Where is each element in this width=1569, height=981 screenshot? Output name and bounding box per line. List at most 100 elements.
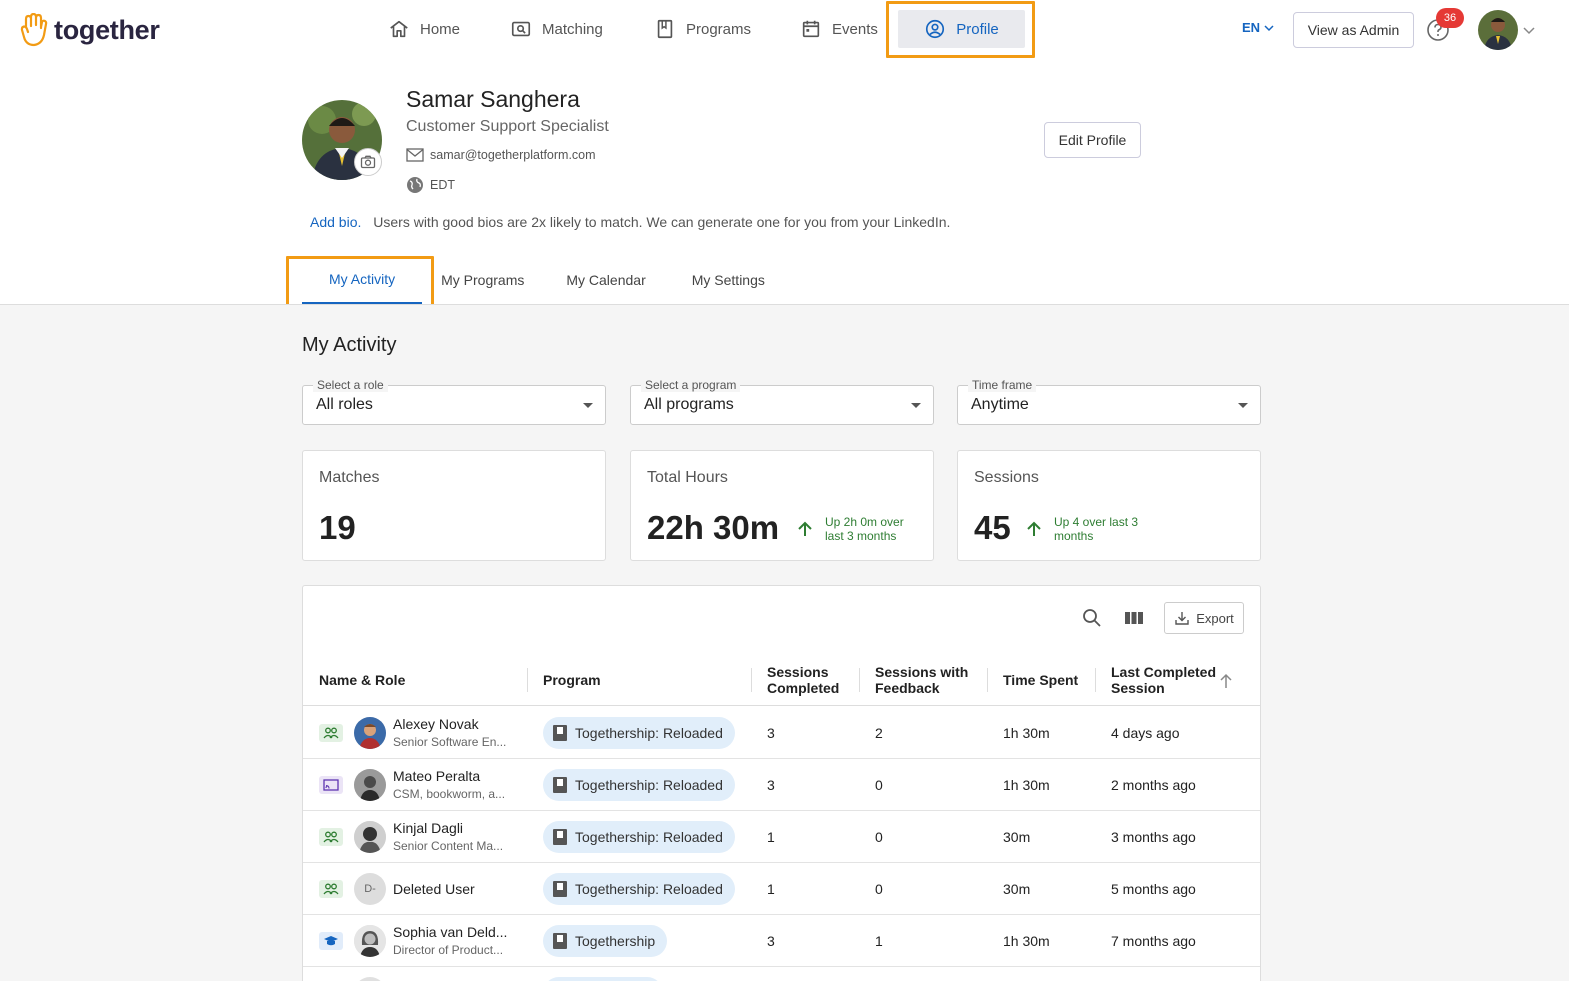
col-label: Session <box>1111 680 1165 696</box>
program-chip[interactable]: Togethership: Reloaded <box>543 821 735 853</box>
top-nav: together Home Matching Programs Events P… <box>0 0 1569 60</box>
col-time-spent[interactable]: Time Spent <box>1003 654 1078 706</box>
home-icon <box>390 20 408 38</box>
dropdown-arrow-icon <box>583 403 593 408</box>
col-program[interactable]: Program <box>543 654 601 706</box>
tab-my-calendar[interactable]: My Calendar <box>544 256 665 304</box>
timeframe-select[interactable]: Time frame Anytime <box>957 378 1261 425</box>
stat-trend: Up 4 over last 3 months <box>1024 515 1138 543</box>
profile-email-row: samar@togetherplatform.com <box>406 148 596 162</box>
camera-icon <box>360 155 376 169</box>
nav-profile-label: Profile <box>956 20 999 38</box>
matching-icon <box>511 21 531 37</box>
column-separator <box>1095 668 1096 692</box>
columns-icon[interactable] <box>1122 606 1146 630</box>
add-bio-link[interactable]: Add bio. <box>310 214 361 230</box>
col-name-role[interactable]: Name & Role <box>319 654 405 706</box>
dropdown-arrow-icon <box>911 403 921 408</box>
program-chip[interactable]: Togethership <box>543 925 668 957</box>
table-row[interactable] <box>303 967 1260 981</box>
brand-logo[interactable]: together <box>20 12 160 48</box>
tab-my-settings[interactable]: My Settings <box>666 256 785 304</box>
last-completed: 3 months ago <box>1111 829 1196 845</box>
avatar <box>354 977 386 981</box>
time-spent: 30m <box>1003 829 1031 845</box>
profile-name: Samar Sanghera <box>406 86 580 112</box>
chevron-down-icon[interactable] <box>1522 23 1536 37</box>
table-row[interactable]: Mateo Peralta CSM, bookworm, a... Togeth… <box>303 759 1260 811</box>
tab-my-programs[interactable]: My Programs <box>422 256 544 304</box>
stat-label: Matches <box>319 469 380 486</box>
activity-table: Export Name & Role Program Sessions Compl… <box>302 585 1261 981</box>
table-row[interactable]: D- Deleted User Togethership: Reloaded 1… <box>303 863 1260 915</box>
col-last-completed[interactable]: Last Completed Session <box>1111 654 1216 706</box>
stat-value: 45 <box>974 509 1011 546</box>
nav-matching-label: Matching <box>542 20 603 38</box>
language-selector[interactable]: EN <box>1242 20 1274 35</box>
nav-events[interactable]: Events <box>800 10 878 48</box>
graduation-cap-icon <box>319 932 343 950</box>
col-sessions-feedback[interactable]: Sessions with Feedback <box>875 654 968 706</box>
profile-timezone-row: EDT <box>406 176 455 194</box>
program-select[interactable]: Select a program All programs <box>630 378 934 425</box>
profile-title: Customer Support Specialist <box>406 118 609 135</box>
row-name: Alexey Novak <box>393 716 479 732</box>
sessions-completed: 3 <box>767 725 775 741</box>
row-subtitle: Director of Product... <box>393 943 504 957</box>
row-name: Kinjal Dagli <box>393 820 464 836</box>
timeframe-select-value: Anytime <box>971 396 1029 413</box>
sessions-feedback: 0 <box>875 829 883 845</box>
peer-role-icon <box>319 724 343 742</box>
tab-my-activity[interactable]: My Activity <box>302 256 423 304</box>
edit-profile-button[interactable]: Edit Profile <box>1044 122 1141 158</box>
nav-events-label: Events <box>832 20 878 38</box>
stat-label: Sessions <box>974 469 1039 486</box>
last-completed: 4 days ago <box>1111 725 1180 741</box>
stat-total-hours: Total Hours 22h 30m Up 2h 0m over last 3… <box>630 450 934 561</box>
table-row[interactable]: Sophia van Deld... Director of Product..… <box>303 915 1260 967</box>
program-chip[interactable]: Togethership: Reloaded <box>543 873 735 905</box>
sessions-feedback: 2 <box>875 725 883 741</box>
sort-arrow-up-icon[interactable] <box>1219 673 1233 689</box>
program-name: Togethership: Reloaded <box>575 725 723 741</box>
calendar-icon <box>802 20 820 38</box>
row-subtitle: CSM, bookworm, a... <box>393 787 506 801</box>
last-completed: 5 months ago <box>1111 881 1196 897</box>
table-row[interactable]: Kinjal Dagli Senior Content Ma... Togeth… <box>303 811 1260 863</box>
download-icon <box>1175 612 1189 625</box>
col-label: Last Completed <box>1111 664 1217 680</box>
nav-home[interactable]: Home <box>388 10 460 48</box>
dropdown-arrow-icon <box>1238 403 1248 408</box>
nav-profile[interactable]: Profile <box>898 10 1025 48</box>
program-chip[interactable] <box>543 977 663 981</box>
user-circle-icon <box>926 19 945 39</box>
nav-programs[interactable]: Programs <box>654 10 751 48</box>
change-photo-button[interactable] <box>354 148 382 176</box>
search-icon[interactable] <box>1080 606 1104 630</box>
column-separator <box>859 668 860 692</box>
export-label: Export <box>1196 610 1234 626</box>
globe-icon <box>407 177 423 193</box>
profile-email: samar@togetherplatform.com <box>430 148 596 162</box>
program-book-icon <box>553 777 567 793</box>
trend-line-2: months <box>1054 529 1094 543</box>
program-chip[interactable]: Togethership: Reloaded <box>543 717 735 749</box>
export-button[interactable]: Export <box>1164 602 1244 634</box>
column-separator <box>987 668 988 692</box>
avatar: D- <box>354 873 386 905</box>
table-row[interactable]: Alexey Novak Senior Software En... Toget… <box>303 707 1260 759</box>
book-icon <box>657 19 673 39</box>
last-completed: 2 months ago <box>1111 777 1196 793</box>
program-book-icon <box>553 881 567 897</box>
view-as-admin-button[interactable]: View as Admin <box>1293 12 1414 48</box>
role-select[interactable]: Select a role All roles <box>302 378 606 425</box>
nav-matching[interactable]: Matching <box>510 10 603 48</box>
program-chip[interactable]: Togethership: Reloaded <box>543 769 735 801</box>
program-name: Togethership: Reloaded <box>575 829 723 845</box>
col-sessions-completed[interactable]: Sessions Completed <box>767 654 839 706</box>
user-avatar[interactable] <box>1478 10 1518 50</box>
trend-line-1: Up 2h 0m over <box>825 515 904 529</box>
sessions-completed: 3 <box>767 933 775 949</box>
col-label: Completed <box>767 680 840 696</box>
avatar <box>354 717 386 749</box>
